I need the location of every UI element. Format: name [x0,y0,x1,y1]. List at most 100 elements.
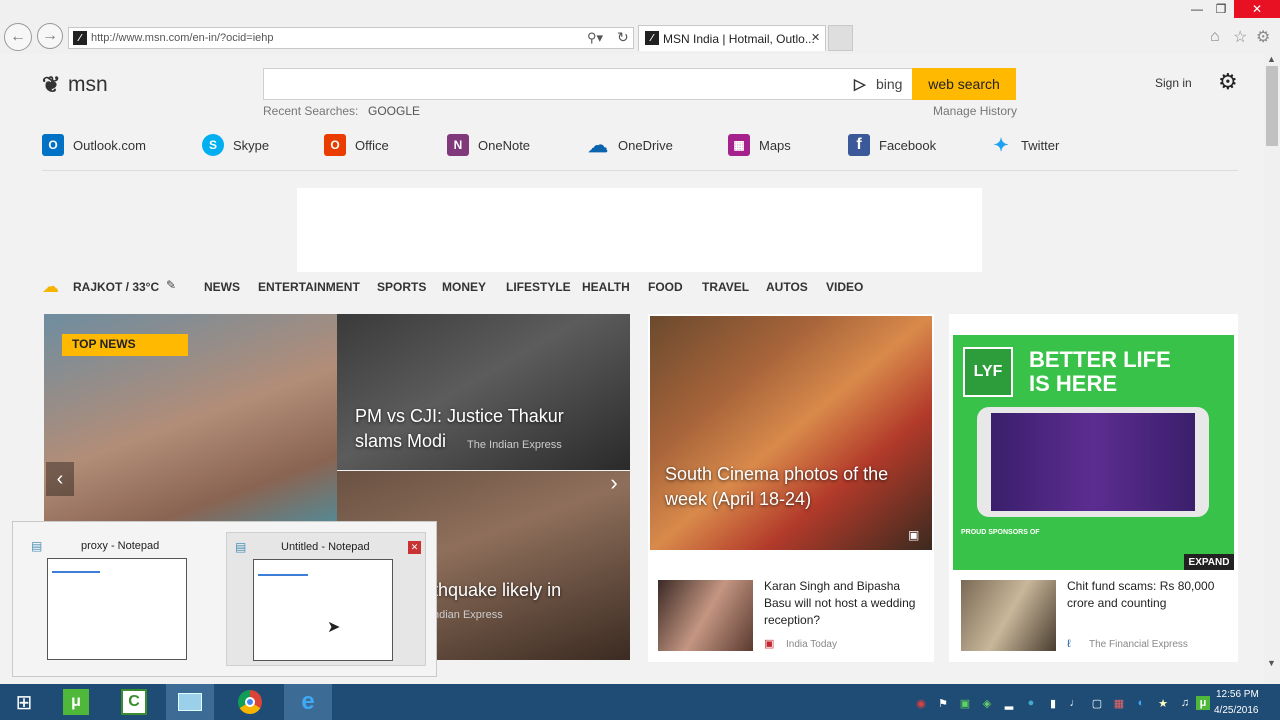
app-maps[interactable]: ▦ Maps [728,134,791,156]
thumbnail-close-icon[interactable]: ✕ [408,541,421,554]
news-card-karan[interactable]: Karan Singh and Bipasha Basu will not ho… [648,570,934,662]
home-icon[interactable]: ⌂ [1210,28,1220,46]
app-outlook[interactable]: O Outlook.com [42,134,146,156]
manage-history-link[interactable]: Manage History [933,104,1017,118]
ie-taskbar-icon[interactable]: e [284,684,332,720]
vertical-scrollbar[interactable]: ▲ ▼ [1264,54,1280,684]
nav-news[interactable]: NEWS [204,280,240,294]
windows-start-icon[interactable]: ⊞ [0,684,48,720]
close-window-icon[interactable]: ✕ [1234,0,1280,18]
tray-ie-icon[interactable]: ◐ [1134,696,1148,710]
tray-shield-icon[interactable]: ◈ [980,696,994,710]
carousel-prev-icon[interactable]: ‹ [46,462,74,496]
maps-icon: ▦ [728,134,750,156]
sign-in-link[interactable]: Sign in [1155,76,1192,90]
twitter-icon: ✦ [993,134,1009,155]
nav-money[interactable]: MONEY [442,280,486,294]
news-card-chitfund[interactable]: Chit fund scams: Rs 80,000 crore and cou… [949,570,1238,662]
app-office[interactable]: O Office [324,134,389,156]
nav-lifestyle[interactable]: LIFESTYLE [506,280,571,294]
tab-close-icon[interactable]: ✕ [811,31,820,44]
search-dropdown-icon[interactable]: ⚲▾ [587,30,603,46]
story-pm-cji-source: The Indian Express [467,439,562,451]
nav-video[interactable]: VIDEO [826,280,863,294]
address-text[interactable]: http://www.msn.com/en-in/?ocid=iehp [91,32,274,44]
search-input[interactable]: ▷ bing [263,68,913,100]
tab-msn[interactable]: ⁄ MSN India | Hotmail, Outlo... ✕ [638,25,826,51]
lyf-ad-card[interactable]: LYF BETTER LIFE IS HERE PROUD SPONSORS O… [949,314,1238,610]
refresh-icon[interactable]: ↻ [617,29,629,46]
nav-sports[interactable]: SPORTS [377,280,426,294]
thumbnail-preview [253,559,393,661]
phone-graphic [977,407,1209,517]
browser-chrome: ← → ⁄ http://www.msn.com/en-in/?ocid=ieh… [0,0,1280,54]
cinema-card[interactable]: South Cinema photos of the week (April 1… [648,314,934,610]
scroll-down-icon[interactable]: ▼ [1267,658,1276,668]
app-onedrive[interactable]: ☁ OneDrive [587,134,673,157]
recent-search-item[interactable]: GOOGLE [368,104,420,118]
cinema-image: South Cinema photos of the week (April 1… [650,316,932,550]
utorrent-taskbar-icon[interactable]: μ [52,684,100,720]
tools-gear-icon[interactable]: ⚙ [1256,27,1270,47]
nav-health[interactable]: HEALTH [582,280,630,294]
app-label: Facebook [879,137,937,153]
address-bar[interactable]: ⁄ http://www.msn.com/en-in/?ocid=iehp ⚲▾… [68,27,634,49]
notepad-app-icon [178,693,202,711]
restore-icon[interactable]: ❐ [1206,0,1236,18]
story-pm-cji[interactable]: PM vs CJI: Justice Thakur slams Modi The… [337,314,630,470]
app-twitter[interactable]: ✦ Twitter [990,134,1059,156]
nav-autos[interactable]: AUTOS [766,280,808,294]
nav-entertainment[interactable]: ENTERTAINMENT [258,280,360,294]
app-skype[interactable]: S Skype [202,134,269,156]
notepad-taskbar-icon[interactable] [166,684,214,720]
lyf-headline-2: IS HERE [1029,371,1118,396]
bing-logo-icon: ▷ [854,76,866,93]
clock-time[interactable]: 12:56 PM [1216,689,1259,700]
thumbnail-preview [47,558,187,660]
app-facebook[interactable]: f Facebook [848,134,936,156]
scrollbar-thumb[interactable] [1266,66,1278,146]
outlook-icon: O [42,134,64,156]
nav-travel[interactable]: TRAVEL [702,280,749,294]
weather-location[interactable]: RAJKOT / 33°C [73,280,159,294]
favorites-star-icon[interactable]: ☆ [1233,27,1247,47]
phone-screen [991,413,1195,511]
app-onenote[interactable]: N OneNote [447,134,530,156]
nav-food[interactable]: FOOD [648,280,683,294]
msn-tab-favicon-icon: ⁄ [645,31,659,45]
app-label: OneDrive [618,137,673,153]
tray-grid-icon[interactable]: ▦ [1112,696,1126,710]
camtasia-icon: C [121,689,147,715]
tray-flag-icon[interactable]: ⚑ [936,696,950,710]
web-search-button[interactable]: web search [912,68,1016,100]
tray-speaker-small-icon[interactable]: ♩ [1068,696,1082,710]
news-card-thumb [658,580,753,651]
scroll-up-icon[interactable]: ▲ [1267,54,1276,64]
msn-logo[interactable]: msn [68,73,108,97]
tray-battery-icon[interactable]: ▮ [1046,696,1060,710]
thumbnail-proxy-notepad[interactable]: ▤ proxy - Notepad [21,532,221,666]
chrome-icon [238,690,262,714]
tray-app-icon[interactable]: ◉ [914,696,928,710]
settings-gear-icon[interactable]: ⚙ [1218,69,1238,95]
tray-update-icon[interactable]: ★ [1156,696,1170,710]
tray-usb-icon[interactable]: ▢ [1090,696,1104,710]
clock-date[interactable]: 4/25/2016 [1214,705,1259,716]
carousel-next-icon[interactable]: › [599,470,629,495]
camtasia-taskbar-icon[interactable]: C [110,684,158,720]
tray-volume-icon[interactable]: ♫ [1178,696,1192,710]
news-card-thumb [961,580,1056,651]
forward-arrow-icon[interactable]: → [37,23,63,49]
expand-button[interactable]: EXPAND [1184,554,1234,570]
tray-globe-icon[interactable]: ● [1024,696,1038,710]
tray-network-icon[interactable]: ▂ [1002,696,1016,710]
new-tab-button[interactable] [828,25,853,51]
tray-monitor-icon[interactable]: ▣ [958,696,972,710]
utorrent-icon: μ [63,689,89,715]
india-today-logo-icon: ▣ [764,638,775,650]
chrome-taskbar-icon[interactable] [226,684,274,720]
edit-pencil-icon[interactable]: ✎ [166,278,176,292]
tray-utorrent-icon[interactable]: μ [1196,696,1210,710]
back-arrow-icon[interactable]: ← [4,23,32,51]
thumbnail-untitled-notepad[interactable]: ▤ Untitled - Notepad ✕ ➤ [226,532,426,666]
